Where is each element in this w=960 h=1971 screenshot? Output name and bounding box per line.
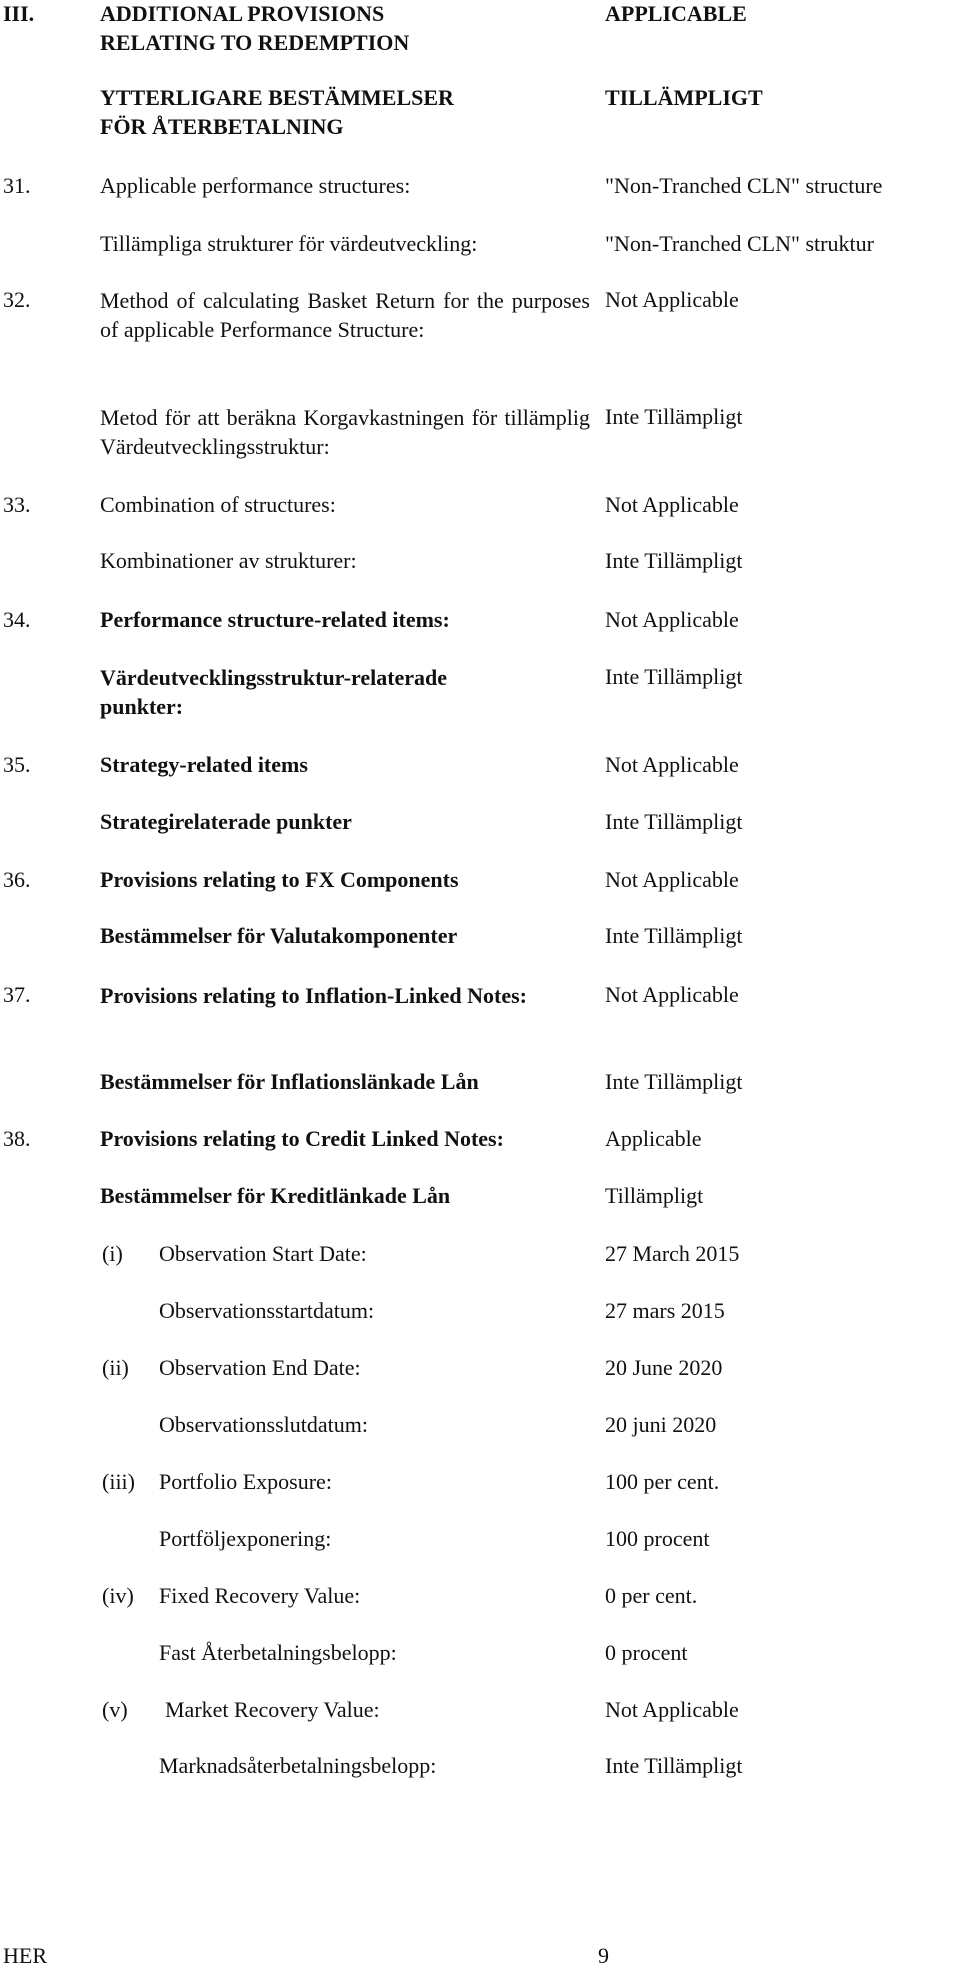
item-value-sv: Inte Tillämpligt — [605, 809, 743, 834]
section-value-en: APPLICABLE — [605, 1, 747, 26]
subitem-label-en: Observation Start Date: — [159, 1241, 367, 1266]
subitem-number: (iii) — [102, 1469, 135, 1494]
subitem-value-en: Not Applicable — [605, 1697, 739, 1722]
footer-left-text: HER — [3, 1943, 47, 1968]
subitem-label-sv: Observationsstartdatum: — [159, 1298, 375, 1323]
item-number: 38. — [3, 1126, 31, 1151]
subitem-number: (ii) — [102, 1355, 129, 1380]
item-value-sv: "Non-Tranched CLN" struktur — [605, 231, 874, 256]
subitem-value-en: 100 per cent. — [605, 1469, 720, 1494]
subitem-label-sv: Marknadsåterbetalningsbelopp: — [159, 1753, 437, 1778]
subitem-label-sv: Portföljexponering: — [159, 1526, 332, 1551]
subitem-label-sv: Fast Återbetalningsbelopp: — [159, 1640, 397, 1665]
page-number: 9 — [598, 1943, 609, 1968]
section-title-en: ADDITIONAL PROVISIONS RELATING TO REDEMP… — [100, 0, 409, 57]
item-label-sv: Metod för att beräkna Korgavkastningen f… — [100, 405, 590, 459]
subitem-label-en: Market Recovery Value: — [165, 1697, 380, 1722]
item-number: 31. — [3, 173, 31, 198]
item-label-sv: Värdeutvecklingsstruktur-relaterade punk… — [100, 665, 448, 719]
subitem-value-sv: 0 procent — [605, 1640, 688, 1665]
section-title-sv-line1: YTTERLIGARE BESTÄMMELSER — [100, 85, 454, 110]
item-number: 36. — [3, 867, 31, 892]
section-title-sv-line2: FÖR ÅTERBETALNING — [100, 113, 344, 139]
subitem-value-sv: 100 procent — [605, 1526, 710, 1551]
item-value-sv: Inte Tillämpligt — [605, 1069, 743, 1094]
item-label-en: Method of calculating Basket Return for … — [100, 288, 590, 342]
item-label-en: Provisions relating to Inflation-Linked … — [100, 983, 527, 1008]
item-label-en: Combination of structures: — [100, 492, 336, 517]
item-number: 32. — [3, 287, 31, 312]
subitem-value-sv: 20 juni 2020 — [605, 1412, 717, 1437]
item-label-en: Strategy-related items — [100, 752, 308, 777]
subitem-value-sv: 27 mars 2015 — [605, 1298, 725, 1323]
item-value-en: Not Applicable — [605, 982, 739, 1007]
item-number: 37. — [3, 982, 31, 1007]
item-value-en: "Non-Tranched CLN" structure — [605, 173, 883, 198]
subitem-value-en: 27 March 2015 — [605, 1241, 740, 1266]
item-label-en: Performance structure-related items: — [100, 607, 450, 632]
item-value-sv: Inte Tillämpligt — [605, 404, 743, 429]
section-title-sv: YTTERLIGARE BESTÄMMELSER FÖR ÅTERBETALNI… — [100, 84, 454, 141]
item-value-en: Not Applicable — [605, 752, 739, 777]
item-value-en: Not Applicable — [605, 607, 739, 632]
item-label-sv: Tillämpliga strukturer för värdeutveckli… — [100, 231, 478, 256]
item-label-sv: Bestämmelser för Kreditlänkade Lån — [100, 1183, 451, 1208]
subitem-number: (iv) — [102, 1583, 134, 1608]
item-label-en: Provisions relating to Credit Linked Not… — [100, 1126, 504, 1151]
item-value-en: Not Applicable — [605, 492, 739, 517]
item-value-sv: Inte Tillämpligt — [605, 664, 743, 689]
section-number: III. — [3, 1, 35, 26]
subitem-label-sv: Observationsslutdatum: — [159, 1412, 368, 1437]
item-value-sv: Inte Tillämpligt — [605, 548, 743, 573]
section-value-sv: TILLÄMPLIGT — [605, 85, 763, 110]
item-label-sv: Bestämmelser för Valutakomponenter — [100, 923, 458, 948]
item-value-sv: Tillämpligt — [605, 1183, 704, 1208]
item-value-en: Not Applicable — [605, 287, 739, 312]
item-label-sv: Bestämmelser för Inflationslänkade Lån — [100, 1069, 479, 1094]
subitem-number: (v) — [102, 1697, 128, 1722]
subitem-label-en: Fixed Recovery Value: — [159, 1583, 361, 1608]
item-value-en: Not Applicable — [605, 867, 739, 892]
subitem-label-en: Portfolio Exposure: — [159, 1469, 332, 1494]
subitem-value-en: 0 per cent. — [605, 1583, 698, 1608]
item-value-en: Applicable — [605, 1126, 702, 1151]
item-label-en: Applicable performance structures: — [100, 173, 411, 198]
subitem-number: (i) — [102, 1241, 123, 1266]
subitem-value-sv: Inte Tillämpligt — [605, 1753, 743, 1778]
subitem-value-en: 20 June 2020 — [605, 1355, 723, 1380]
section-title-en-line1: ADDITIONAL PROVISIONS — [100, 1, 385, 26]
subitem-label-en: Observation End Date: — [159, 1355, 361, 1380]
item-number: 33. — [3, 492, 31, 517]
item-label-sv: Strategirelaterade punkter — [100, 809, 352, 834]
item-value-sv: Inte Tillämpligt — [605, 923, 743, 948]
item-number: 34. — [3, 607, 31, 632]
item-label-sv: Kombinationer av strukturer: — [100, 548, 357, 573]
section-title-en-line2: RELATING TO REDEMPTION — [100, 29, 410, 55]
item-number: 35. — [3, 752, 31, 777]
item-label-en: Provisions relating to FX Components — [100, 867, 459, 892]
